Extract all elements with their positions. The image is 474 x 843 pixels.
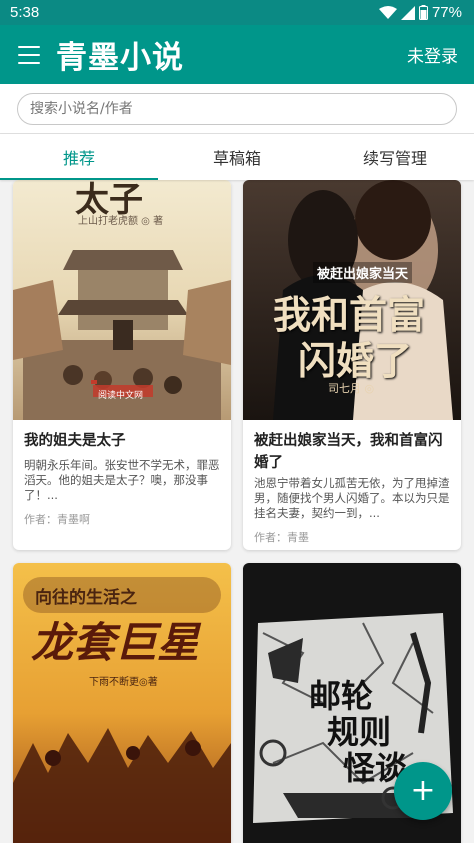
- app-title: 青墨小说: [56, 40, 184, 76]
- book-title: 我的姐夫是太子: [24, 433, 126, 449]
- add-fab-button[interactable]: +: [394, 762, 452, 820]
- search-input[interactable]: [17, 92, 457, 125]
- status-time: 5:38: [10, 4, 40, 21]
- plus-icon: +: [410, 773, 436, 808]
- tab-continuation[interactable]: 续写管理: [316, 134, 474, 180]
- book-cover: 太子 上山打老虎额 ◎ 著 阅读中文网: [13, 180, 231, 420]
- battery-icon: [418, 5, 428, 20]
- cover-subtitle: 向往的生活之: [35, 588, 137, 608]
- wifi-icon: [378, 5, 397, 19]
- cover-author: 下雨不断更◎著: [89, 677, 158, 688]
- cover-author: 上山打老虎额 ◎ 著: [78, 216, 164, 227]
- login-button[interactable]: 未登录: [407, 42, 458, 67]
- book-cover: 被赶出娘家当天 我和首富 闪婚了 司七月 ◎: [243, 180, 461, 420]
- status-icons: 77%: [378, 4, 462, 21]
- cover-title-line2: 闪婚了: [298, 338, 413, 383]
- search-bar: [0, 84, 474, 134]
- book-author: 作者：青墨啊: [24, 513, 90, 526]
- book-title: 被赶出娘家当天，我和首富闪婚了: [254, 433, 443, 471]
- book-description: 池恩宁带着女儿孤苦无依，为了甩掉渣男，随便找个男人闪婚了。本以为只是挂名夫妻，契…: [254, 476, 450, 520]
- tab-bar: 推荐 草稿箱 续写管理: [0, 134, 474, 180]
- menu-icon[interactable]: [18, 45, 40, 64]
- book-grid: 太子 上山打老虎额 ◎ 著 阅读中文网 我的姐夫是太子 明朝永乐年间。张安世不学…: [0, 180, 474, 843]
- status-bar: 5:38 77%: [0, 0, 474, 25]
- book-card[interactable]: 向往的生活之 龙套巨星 下雨不断更◎著: [13, 563, 231, 843]
- cover-subtitle: 被赶出娘家当天: [313, 262, 413, 283]
- cover-title: 龙套巨星: [31, 618, 200, 667]
- book-card[interactable]: 被赶出娘家当天 我和首富 闪婚了 司七月 ◎ 被赶出娘家当天，我和首富闪婚了 池…: [243, 180, 461, 550]
- signal-icon: [400, 5, 415, 20]
- book-card[interactable]: 太子 上山打老虎额 ◎ 著 阅读中文网 我的姐夫是太子 明朝永乐年间。张安世不学…: [13, 180, 231, 550]
- cover-author: 司七月 ◎: [328, 382, 375, 395]
- tab-drafts[interactable]: 草稿箱: [158, 134, 316, 180]
- cover-badge: 阅读中文网: [98, 391, 144, 401]
- app-bar: 青墨小说 未登录: [0, 25, 474, 84]
- book-description: 明朝永乐年间。张安世不学无术，罪恶滔天。他的姐夫是太子？噢，那没事了！...: [24, 458, 220, 502]
- tab-recommend[interactable]: 推荐: [0, 134, 158, 180]
- book-author: 作者：青墨: [254, 531, 309, 544]
- book-cover: 向往的生活之 龙套巨星 下雨不断更◎著: [13, 563, 231, 843]
- battery-percent: 77%: [431, 4, 462, 21]
